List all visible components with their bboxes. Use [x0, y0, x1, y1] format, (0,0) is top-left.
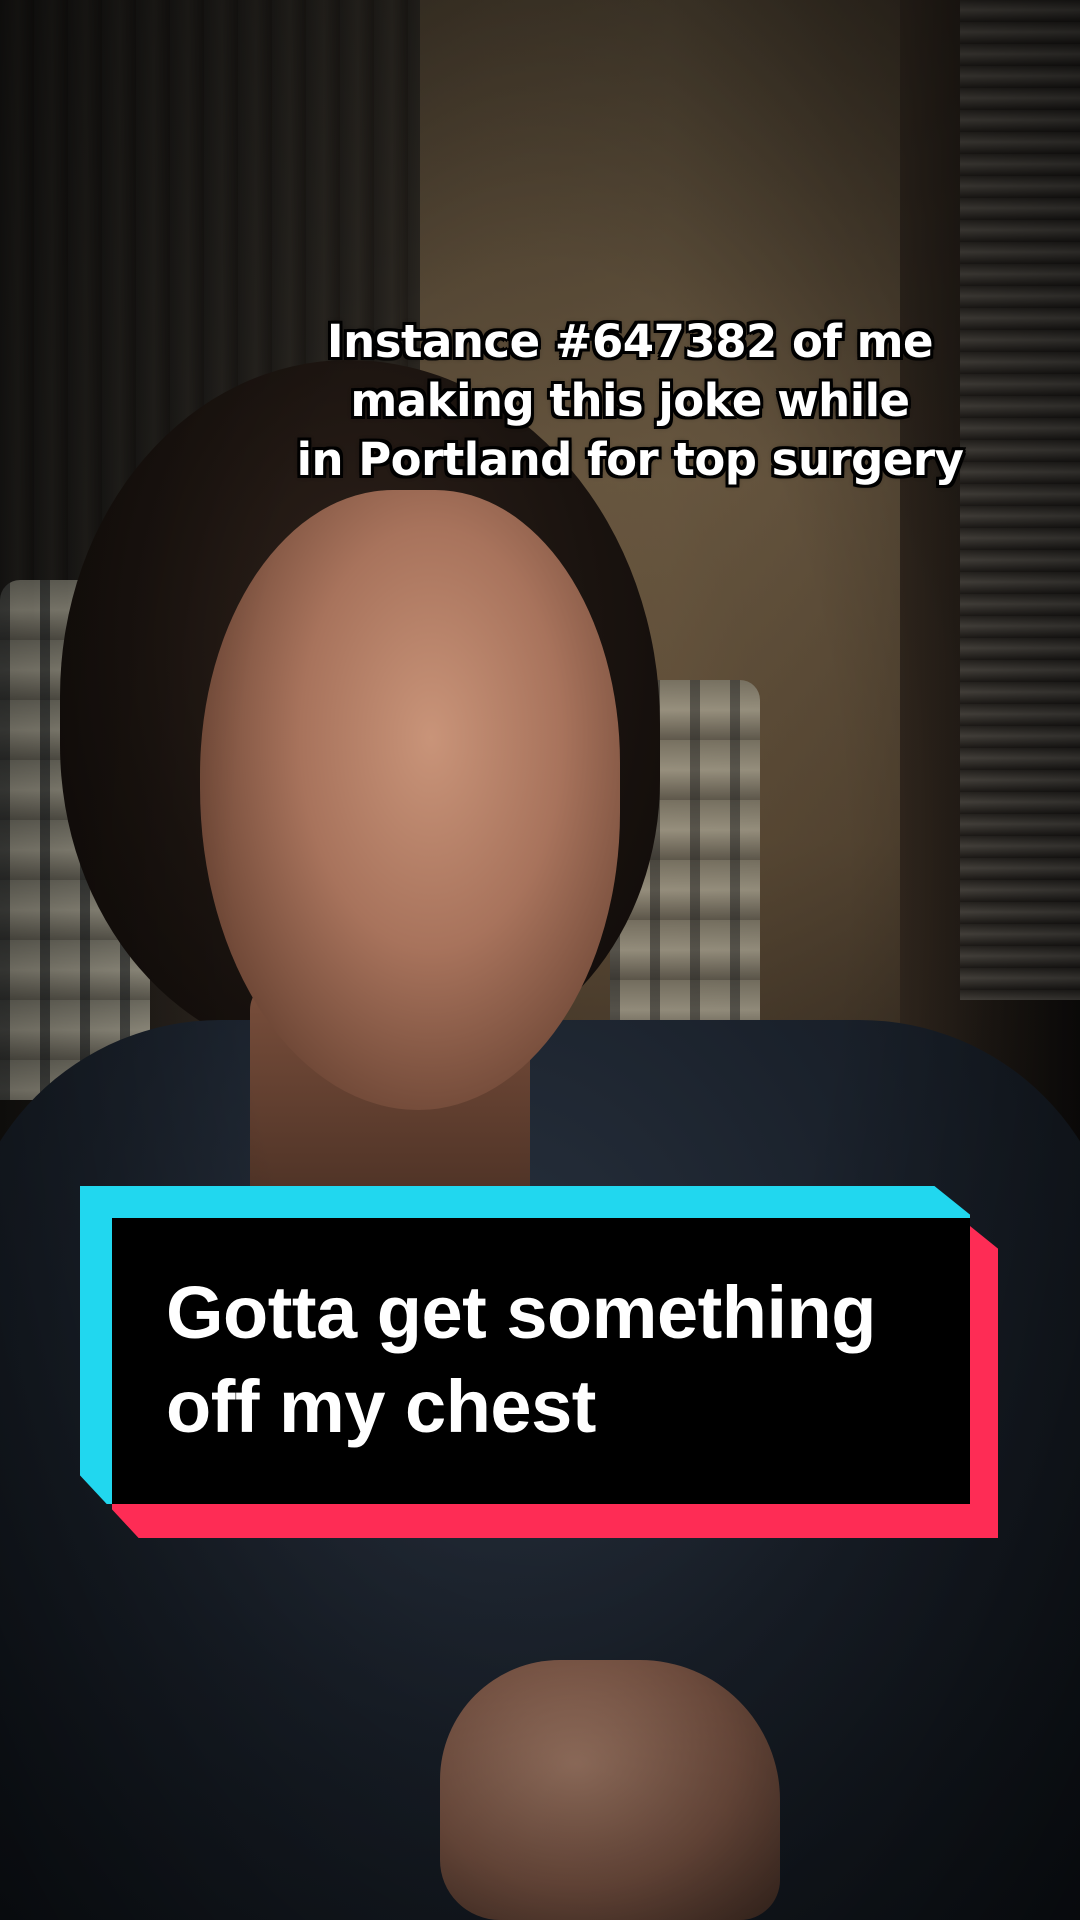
overlay-caption-line: Instance #647382 of me: [326, 315, 934, 368]
overlay-caption-line: in Portland for top surgery: [296, 433, 964, 486]
glitch-caption-sticker: Gotta get something off my chest: [80, 1186, 998, 1538]
sticker-caption-text: Gotta get something off my chest: [166, 1266, 956, 1454]
sticker-caption-line: off my chest: [166, 1365, 596, 1448]
overlay-caption-line: making this joke while: [350, 374, 910, 427]
overlay-caption-text: Instance #647382 of me making this joke …: [230, 312, 1030, 489]
video-vignette: [0, 0, 1080, 1920]
sticker-caption-line: Gotta get something: [166, 1271, 876, 1354]
video-frame[interactable]: Instance #647382 of me making this joke …: [0, 0, 1080, 1920]
